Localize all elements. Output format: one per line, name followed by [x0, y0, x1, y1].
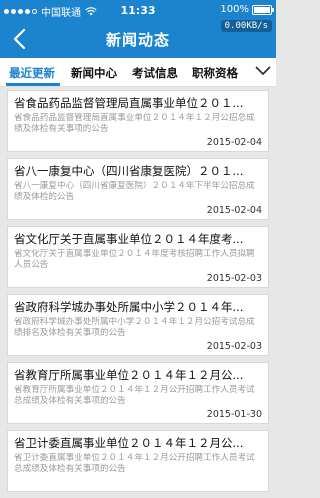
tab-recent[interactable]: 最近更新	[9, 65, 55, 81]
page-title: 新闻动态	[105, 31, 170, 49]
news-date: 2015-02-04	[206, 205, 262, 216]
list-item[interactable]: 省政府科学城办事处所属中小学２０１４年... 省政府科学城办事处所属中小学２０１…	[7, 294, 269, 356]
nav-bar: 新闻动态 0.00KB/s	[0, 20, 276, 58]
list-item[interactable]: 省食品药品监督管理局直属事业单位２０１... 省食品药品监督管理局直属事业单位２…	[7, 90, 269, 152]
category-tabs: 最近更新 新闻中心 考试信息 职称资格	[0, 58, 276, 87]
network-speed-badge: 0.00KB/s	[220, 20, 272, 32]
battery-icon	[252, 4, 274, 15]
list-item[interactable]: 省八一康复中心（四川省康复医院）２０１... 省八一康复中心（四川省康复医院）２…	[7, 158, 269, 220]
news-summary: 省政府科学城办事处所属中小学２０１４年１２月公招考试总成绩排名及体检有关事项的公…	[14, 317, 255, 338]
news-title: 省政府科学城办事处所属中小学２０１４年...	[14, 300, 244, 314]
news-summary: 省食品药品监督管理局直属事业单位２０１４年１２月公招总成绩及体检有关事项的公告	[14, 113, 255, 134]
news-summary: 省文化厅关于直属事业单位２０１４年度考核招聘工作人员拟聘人员公告	[14, 249, 255, 270]
news-title: 省八一康复中心（四川省康复医院）２０１...	[14, 164, 244, 178]
news-date: 2015-02-04	[206, 137, 262, 148]
news-date: 2015-02-03	[206, 273, 262, 284]
news-summary: 省卫计委直属事业单位２０１４年１２月公开招聘工作人员考试总成绩及体检有关事项的公…	[14, 453, 255, 474]
news-summary: 省八一康复中心（四川省康复医院）２０１４年下半年公招总成绩及体检的公告	[14, 181, 255, 202]
tab-exam-info[interactable]: 考试信息	[132, 65, 178, 81]
status-bar: 中国联通 11:33 100%	[0, 0, 276, 20]
tab-title-qualification[interactable]: 职称资格	[192, 65, 238, 81]
news-date: 2015-02-03	[206, 341, 262, 352]
list-item[interactable]: 省卫计委直属事业单位２０１４年１２月公... 省卫计委直属事业单位２０１４年１２…	[7, 430, 269, 492]
list-item[interactable]: 省教育厅所属事业单位２０１４年１２月公... 省教育厅所属事业单位２０１４年１２…	[7, 362, 269, 424]
news-title: 省卫计委直属事业单位２０１４年１２月公...	[14, 436, 244, 450]
news-date: 2015-01-30	[206, 409, 262, 420]
tab-news-center[interactable]: 新闻中心	[71, 65, 117, 81]
news-title: 省食品药品监督管理局直属事业单位２０１...	[14, 96, 244, 110]
chevron-down-icon[interactable]	[254, 64, 272, 78]
news-summary: 省教育厅所属事业单位２０１４年１２月公开招聘工作人员考试总成绩及体检有关事项的公…	[14, 385, 255, 406]
active-tab-indicator	[6, 83, 60, 86]
battery-fill	[254, 6, 270, 13]
news-title: 省文化厅关于直属事业单位２０１４年度考...	[14, 232, 244, 246]
news-list: 省食品药品监督管理局直属事业单位２０１... 省食品药品监督管理局直属事业单位２…	[0, 90, 276, 498]
list-item[interactable]: 省文化厅关于直属事业单位２０１４年度考... 省文化厅关于直属事业单位２０１４年…	[7, 226, 269, 288]
status-right: 100%	[220, 4, 274, 15]
news-title: 省教育厅所属事业单位２０１４年１２月公...	[14, 368, 244, 382]
battery-percent: 100%	[220, 4, 249, 15]
